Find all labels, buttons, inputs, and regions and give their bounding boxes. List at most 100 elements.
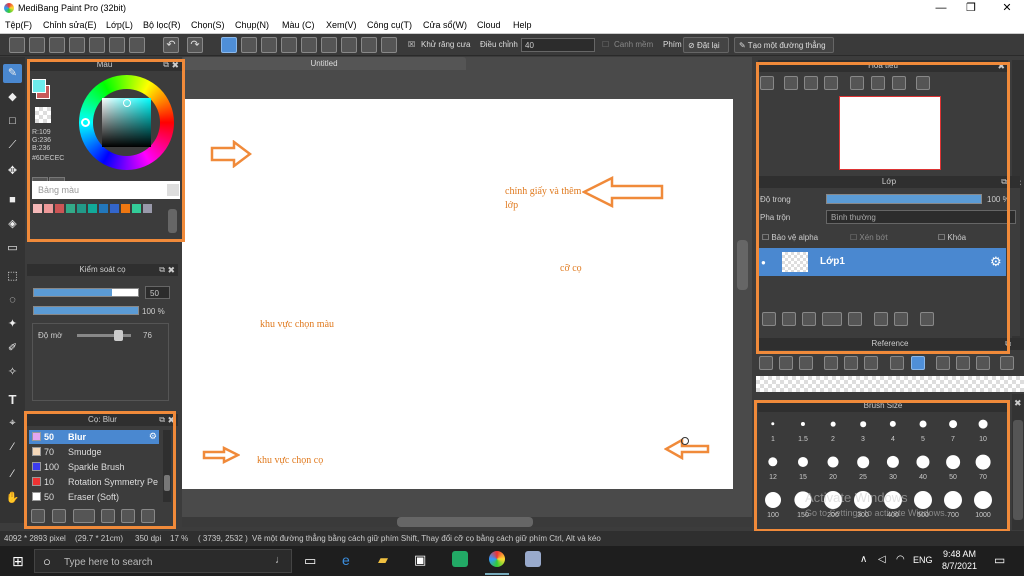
clip-checkbox[interactable]: ☐ Xén bớt [850,233,888,242]
brush-item[interactable]: 50 Blur ⚙ [29,430,159,444]
wifi-icon[interactable]: ◠ [896,554,905,565]
canvas[interactable] [182,99,733,489]
duplicate-layer-icon[interactable] [874,312,888,326]
add-brush-icon[interactable] [73,509,95,523]
rectangle-tool-icon[interactable]: □ [3,112,22,131]
page-icon[interactable] [89,37,105,53]
opacity-slider[interactable] [33,306,139,315]
trash-icon[interactable] [920,312,934,326]
protect-alpha-checkbox[interactable]: ☐ Bảo vệ alpha [762,233,818,242]
hand-tool-icon[interactable]: ✋ [3,489,22,508]
brush-size-option[interactable]: 3 [848,412,878,443]
menu-window[interactable]: Cửa sổ(W) [423,20,467,30]
antialias-checkbox[interactable]: ☒ [408,40,415,49]
radial-snap-icon[interactable] [301,37,317,53]
brush-item[interactable]: 10 Rotation Symmetry Pe [29,475,159,489]
clock-date[interactable]: 8/7/2021 [942,561,977,571]
parallel-snap-icon[interactable] [241,37,257,53]
zoom-icon[interactable] [760,76,774,90]
vanish-snap-icon[interactable] [281,37,297,53]
brush-item[interactable]: 100 Sparkle Brush [29,460,159,474]
palette-scrollbar[interactable] [168,209,177,233]
zoom-in-icon[interactable] [824,356,838,370]
gear-icon[interactable]: ⚙ [990,254,1002,270]
add-layer-menu-icon[interactable] [822,312,842,326]
brush-size-option[interactable]: 5 [908,412,938,443]
menu-file[interactable]: Tệp(F) [5,20,32,30]
brush-size-option[interactable]: 7 [938,412,968,443]
transparent-swatch[interactable] [35,107,51,123]
comment-icon[interactable] [49,37,65,53]
hue-wheel[interactable] [79,75,174,170]
paint-app-icon[interactable] [525,551,541,567]
brush-size-option[interactable]: 1000 [968,488,998,519]
blend-dropdown[interactable]: Bình thường [826,210,1016,224]
document-tab[interactable]: Untitled [182,57,466,70]
folder-icon[interactable] [121,509,135,523]
cloud-brush-icon[interactable] [31,509,45,523]
upload-icon[interactable] [29,37,45,53]
task-view-icon[interactable]: ▭ [304,553,316,569]
rotate-left-icon[interactable] [936,356,950,370]
close-icon[interactable]: ✖ [997,60,1005,72]
dot-tool-icon[interactable]: ⟋ [3,136,22,155]
palette-swatch[interactable] [121,204,130,213]
menu-help[interactable]: Help [513,20,532,30]
canvas-h-scrollbar[interactable] [397,517,533,527]
snap-settings-icon[interactable] [381,37,397,53]
greenshot-icon[interactable] [452,551,468,567]
menu-select[interactable]: Chọn(S) [191,20,225,30]
menu-view[interactable]: Xem(V) [326,20,357,30]
bucket-tool-icon[interactable]: ◈ [3,215,22,234]
menu-color[interactable]: Màu (C) [282,20,315,30]
fill-rect-tool-icon[interactable]: ■ [3,191,22,210]
palette-swatch[interactable] [143,204,152,213]
canvas-v-scrollbar[interactable] [737,240,748,290]
palette-swatch[interactable] [110,204,119,213]
fit-icon[interactable] [804,76,818,90]
saturation-handle[interactable] [123,99,131,107]
layer-row[interactable]: ● Lớp1 ⚙ [758,248,1006,276]
new-8bit-layer-icon[interactable] [802,312,816,326]
close-icon[interactable]: ✕ [992,1,1022,16]
palette-swatch[interactable] [55,204,64,213]
brush-tool-icon[interactable]: ✎ [3,64,22,83]
close-icon[interactable]: ✖ [167,264,175,276]
cloud-icon[interactable] [759,356,773,370]
menu-tools[interactable]: Công cụ(T) [367,20,412,30]
rotate-right-icon[interactable] [892,76,906,90]
move-tool-icon[interactable]: ✥ [3,162,22,181]
palette-swatch[interactable] [88,204,97,213]
dropper-tool-icon[interactable]: ⁄ [3,465,22,484]
palette-swatch[interactable] [66,204,75,213]
snap-off-icon[interactable] [221,37,237,53]
new-layer-icon[interactable] [762,312,776,326]
zoom-out-icon[interactable] [824,76,838,90]
brush-size-option[interactable]: 1 [758,412,788,443]
rotate-right-icon[interactable] [976,356,990,370]
brush-size-option[interactable]: 25 [848,450,878,481]
brush-settings-icon[interactable] [101,509,115,523]
flip-icon[interactable] [1000,356,1014,370]
merge-layer-icon[interactable] [894,312,908,326]
circle-snap-icon[interactable] [321,37,337,53]
brush-size-option[interactable]: 100 [758,488,788,519]
float-icon[interactable]: ⧉ [1001,176,1007,188]
file-explorer-icon[interactable]: ▰ [378,552,388,568]
eyedropper-icon[interactable] [890,356,904,370]
windows-start-icon[interactable]: ⊞ [12,553,24,570]
medibang-taskbar-icon[interactable] [489,551,505,567]
close-icon[interactable]: ✖ [171,59,179,71]
lasso-tool-icon[interactable]: ◌ [3,291,22,310]
gradient-tool-icon[interactable]: ▭ [3,239,22,258]
chevron-up-icon[interactable]: ∧ [860,554,867,565]
reset-button[interactable]: ⊘ Đặt lại [683,37,729,53]
close-icon[interactable] [799,356,813,370]
pages-icon[interactable] [109,37,125,53]
adjust-input[interactable]: 40 [521,38,595,52]
close-icon[interactable]: ✖ [1014,398,1022,409]
folder-icon[interactable] [848,312,862,326]
brush-size-option[interactable]: 2 [818,412,848,443]
brush-item[interactable]: 70 Smudge [29,445,159,459]
volume-icon[interactable]: ◁ [878,554,886,565]
